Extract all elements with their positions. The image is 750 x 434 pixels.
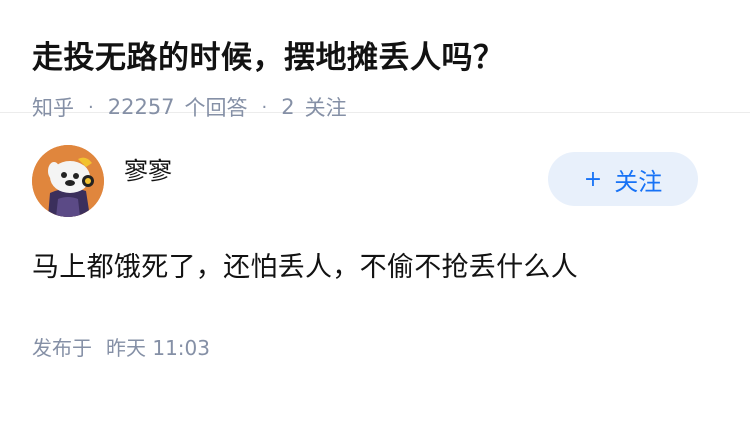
follow-button-label: 关注: [614, 167, 663, 196]
cartoon-animal-avatar-icon: [32, 145, 104, 217]
answers-count: 22257: [107, 95, 175, 119]
publish-time-value: 昨天 11:03: [106, 336, 210, 360]
answers-label: 个回答: [184, 96, 248, 120]
question-meta: 知乎 · 22257 个回答 · 2 关注: [32, 92, 718, 122]
avatar[interactable]: [32, 145, 104, 217]
follow-button[interactable]: + 关注: [548, 152, 698, 206]
followers-label: 关注: [304, 96, 347, 120]
answer-card: 寥寥 + 关注 马上都饿死了，还怕丢人，不偷不抢丢什么人 发布于 昨天 11:03: [0, 144, 750, 361]
meta-separator: ·: [261, 96, 268, 118]
source-label[interactable]: 知乎: [32, 92, 74, 122]
publish-time-prefix: 发布于: [32, 336, 92, 360]
author-row: 寥寥 + 关注: [32, 144, 718, 218]
question-title[interactable]: 走投无路的时候，摆地摊丢人吗？: [32, 38, 718, 78]
meta-separator: ·: [88, 96, 94, 118]
plus-icon: +: [583, 166, 603, 192]
question-header: 走投无路的时候，摆地摊丢人吗？ 知乎 · 22257 个回答 · 2 关注: [0, 0, 750, 120]
answer-content[interactable]: 马上都饿死了，还怕丢人，不偷不抢丢什么人: [32, 246, 718, 290]
author-name[interactable]: 寥寥: [124, 151, 172, 186]
followers-count: 2: [281, 95, 295, 119]
publish-time: 发布于 昨天 11:03: [32, 332, 718, 361]
